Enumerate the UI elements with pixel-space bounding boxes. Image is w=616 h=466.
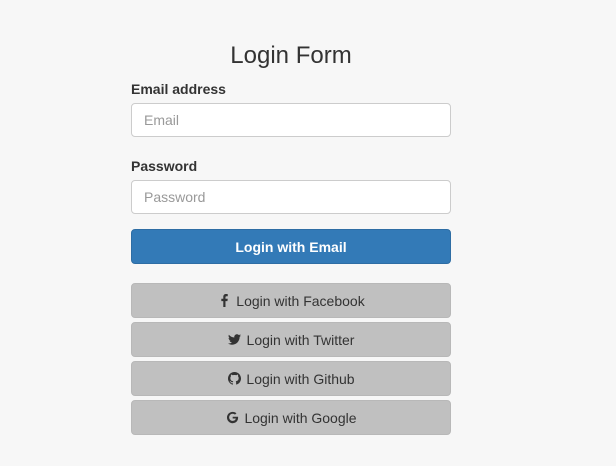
login-email-button-label: Login with Email — [235, 238, 347, 255]
login-twitter-button[interactable]: Login with Twitter — [131, 322, 451, 357]
password-group: Password — [131, 157, 451, 214]
login-github-button[interactable]: Login with Github — [131, 361, 451, 396]
twitter-icon — [228, 333, 242, 347]
login-github-label: Login with Github — [246, 370, 355, 387]
google-icon — [225, 411, 239, 425]
login-form: Login Form Email address Password Login … — [131, 38, 451, 439]
login-email-button[interactable]: Login with Email — [131, 229, 451, 264]
page: Login Form Email address Password Login … — [0, 0, 616, 466]
login-facebook-label: Login with Facebook — [236, 292, 365, 309]
password-field[interactable] — [131, 180, 451, 214]
login-twitter-label: Login with Twitter — [246, 331, 355, 348]
email-group: Email address — [131, 80, 451, 137]
form-title: Login Form — [230, 42, 352, 69]
github-icon — [227, 372, 241, 386]
email-label: Email address — [131, 81, 226, 97]
password-label: Password — [131, 158, 198, 174]
login-facebook-button[interactable]: Login with Facebook — [131, 283, 451, 318]
login-google-button[interactable]: Login with Google — [131, 400, 451, 435]
login-google-label: Login with Google — [244, 409, 357, 426]
email-field[interactable] — [131, 103, 451, 137]
facebook-icon — [217, 294, 231, 308]
